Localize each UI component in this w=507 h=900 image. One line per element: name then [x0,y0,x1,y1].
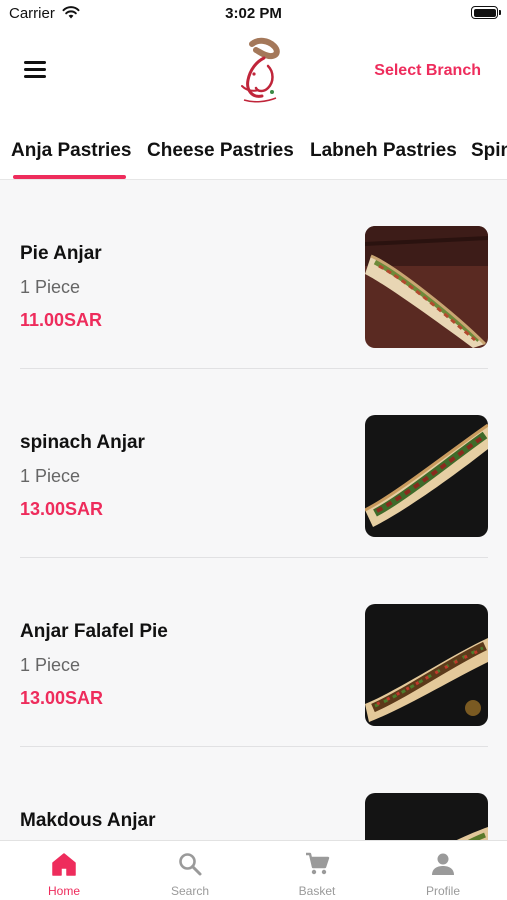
nav-home[interactable]: Home [1,841,127,900]
nav-basket-label: Basket [298,884,336,898]
item-price: 13.00SAR [20,688,104,708]
item-price: 13.00SAR [20,499,104,519]
makdous-anjar-image [365,793,488,840]
menu-line [24,68,46,71]
battery-icon [471,6,501,19]
brand-logo [241,37,280,103]
nav-basket[interactable]: Basket [254,841,380,900]
active-tab-indicator [13,175,126,179]
list-item[interactable]: Pie Anjar 1 Piece 11.00SAR [20,180,488,369]
menu-line [24,61,46,64]
item-name: Pie Anjar [20,243,102,264]
list-item[interactable]: Makdous Anjar [20,747,488,840]
product-list: Pie Anjar 1 Piece 11.00SAR spinach Anjar… [0,180,507,840]
nav-search[interactable]: Search [127,841,253,900]
app-header: Select Branch [0,30,507,120]
nav-search-label: Search [170,884,210,898]
nav-home-label: Home [47,884,80,898]
select-branch-button[interactable]: Select Branch [374,62,481,80]
tab-labneh-pastries[interactable]: Labneh Pastries [310,140,457,162]
tab-spinach-pastries[interactable]: Spin [471,140,507,162]
list-item[interactable]: spinach Anjar 1 Piece 13.00SAR [20,369,488,558]
nav-profile-label: Profile [425,884,460,898]
tab-cheese-pastries[interactable]: Cheese Pastries [147,140,294,162]
cart-icon [306,852,330,875]
search-icon [179,853,202,876]
nav-profile[interactable]: Profile [380,841,506,900]
item-name: spinach Anjar [20,432,145,453]
list-item[interactable]: Anjar Falafel Pie 1 Piece 13.00SAR [20,558,488,747]
item-name: Anjar Falafel Pie [20,621,168,642]
status-bar: Carrier 3:02 PM [0,0,507,30]
pie-anjar-image [365,226,488,348]
item-quantity: 1 Piece [20,277,81,297]
item-quantity: 1 Piece [20,655,81,675]
bottom-tab-bar: Home Search Basket Profile [0,840,507,900]
home-icon [52,853,76,876]
item-quantity: 1 Piece [20,466,81,486]
menu-line [24,75,46,78]
category-tabs: Anja Pastries Cheese Pastries Labneh Pas… [0,120,507,180]
item-name: Makdous Anjar [20,810,156,831]
hamburger-menu-button[interactable] [24,61,46,79]
clock: 3:02 PM [225,5,282,22]
profile-icon [432,853,454,875]
tab-anja-pastries[interactable]: Anja Pastries [11,140,131,162]
falafel-pie-image [365,604,488,726]
spinach-anjar-image [365,415,488,537]
item-price: 11.00SAR [20,310,103,330]
